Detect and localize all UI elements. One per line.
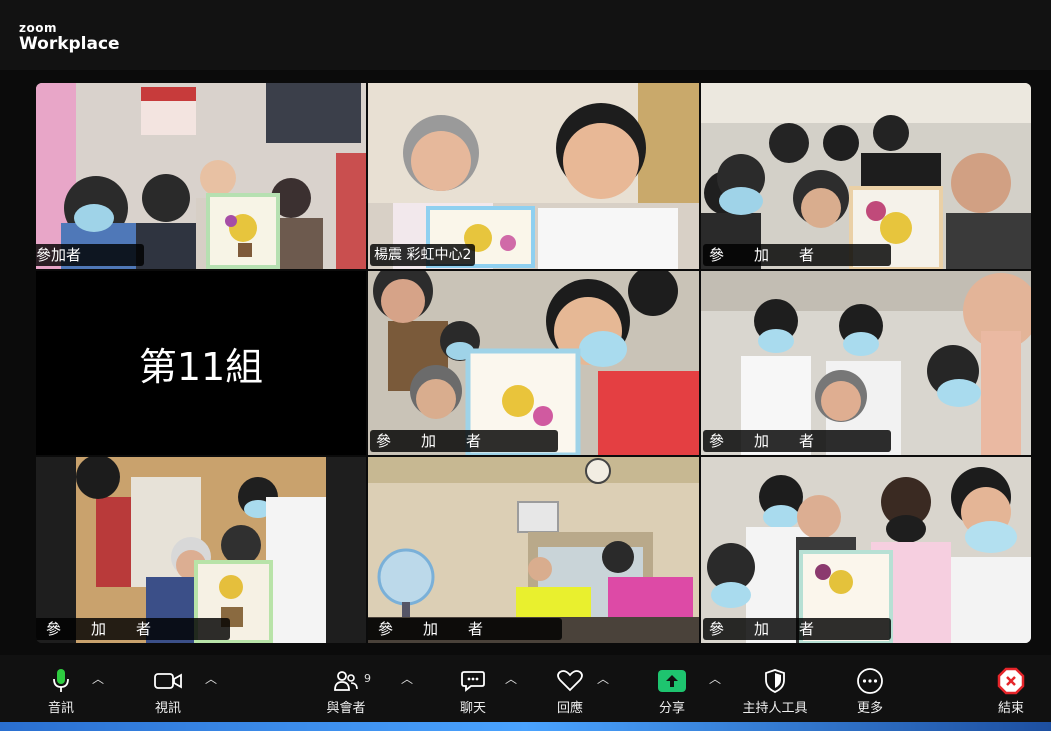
participant-name-label: 參加者 — [36, 244, 144, 266]
zoom-window: zoom Workplace 參加者 楊震 彩虹中心2 參 加 者 第11組 參… — [0, 0, 1051, 731]
video-feed — [701, 271, 1031, 455]
participant-name-label: 楊震 彩虹中心2 — [370, 244, 476, 266]
share-button[interactable]: 分享 — [627, 667, 717, 716]
video-tile[interactable]: 參 加 者 — [368, 271, 699, 455]
video-feed — [368, 83, 699, 269]
more-label: 更多 — [856, 701, 883, 716]
host-tools-label: 主持人工具 — [742, 701, 808, 716]
chat-label: 聊天 — [459, 701, 486, 716]
logo-workplace-text: Workplace — [19, 34, 120, 54]
video-label: 視訊 — [154, 701, 181, 716]
meeting-controls-toolbar: 音訊 ︿ 視訊 ︿ 與會者 9 ︿ 聊天 ︿ 回應 ︿ 分享 ︿ 主持人工具 更… — [0, 655, 1051, 731]
participant-name-label: 參 加 者 — [368, 618, 562, 640]
group-label-tile[interactable]: 第11組 — [36, 271, 366, 455]
video-tile[interactable]: 參 加 者 — [701, 271, 1031, 455]
video-camera-icon — [154, 673, 182, 689]
title-bar: zoom Workplace — [0, 0, 1051, 70]
video-tile[interactable]: 參加者 — [36, 83, 366, 269]
video-feed — [701, 83, 1031, 269]
reactions-label: 回應 — [556, 701, 583, 716]
logo-zoom-text: zoom — [19, 21, 57, 35]
video-feed — [36, 83, 366, 269]
participants-label: 與會者 — [326, 701, 366, 716]
video-tile[interactable]: 參 加 者 — [36, 457, 366, 643]
participants-icon — [334, 671, 358, 691]
participant-name-label: 參 加 者 — [36, 618, 230, 640]
video-button[interactable]: 視訊 — [123, 667, 213, 716]
desktop-wallpaper-strip — [0, 722, 1051, 731]
chat-bubble-icon — [461, 671, 485, 692]
participants-count: 9 — [364, 672, 371, 685]
end-meeting-button[interactable]: 結束 — [966, 667, 1051, 716]
video-feed — [368, 271, 699, 455]
share-label: 分享 — [658, 701, 685, 716]
video-tile[interactable]: 參 加 者 — [701, 457, 1031, 643]
video-feed — [368, 457, 699, 643]
video-feed — [36, 457, 366, 643]
chat-options-caret[interactable]: ︿ — [505, 670, 517, 687]
end-meeting-icon — [997, 667, 1025, 695]
more-options-icon — [857, 668, 883, 694]
reactions-options-caret[interactable]: ︿ — [597, 670, 609, 687]
participant-name-label: 參 加 者 — [703, 430, 891, 452]
microphone-icon — [53, 669, 69, 692]
video-options-caret[interactable]: ︿ — [205, 670, 217, 687]
zoom-workplace-logo: zoom Workplace — [19, 22, 120, 53]
audio-options-caret[interactable]: ︿ — [92, 670, 104, 687]
more-button[interactable]: 更多 — [825, 667, 915, 716]
end-label: 結束 — [997, 701, 1024, 716]
video-tile[interactable]: 參 加 者 — [701, 83, 1031, 269]
video-tile-active-speaker[interactable]: 楊震 彩虹中心2 — [368, 83, 699, 269]
video-gallery: 參加者 楊震 彩虹中心2 參 加 者 第11組 參 加 者 參 加 者 參 加 … — [36, 83, 1031, 643]
group-label: 第11組 — [138, 344, 264, 389]
share-screen-icon — [658, 670, 686, 692]
video-tile[interactable]: 參 加 者 — [368, 457, 699, 643]
shield-icon — [765, 669, 785, 693]
heart-icon — [557, 670, 583, 692]
host-tools-button[interactable]: 主持人工具 — [730, 667, 820, 716]
participants-options-caret[interactable]: ︿ — [401, 670, 413, 687]
audio-label: 音訊 — [47, 701, 74, 716]
share-options-caret[interactable]: ︿ — [709, 670, 721, 687]
participants-button[interactable]: 與會者 — [301, 667, 391, 716]
participant-name-label: 參 加 者 — [703, 244, 891, 266]
participant-name-label: 參 加 者 — [370, 430, 558, 452]
participant-name-label: 參 加 者 — [703, 618, 891, 640]
video-feed — [701, 457, 1031, 643]
